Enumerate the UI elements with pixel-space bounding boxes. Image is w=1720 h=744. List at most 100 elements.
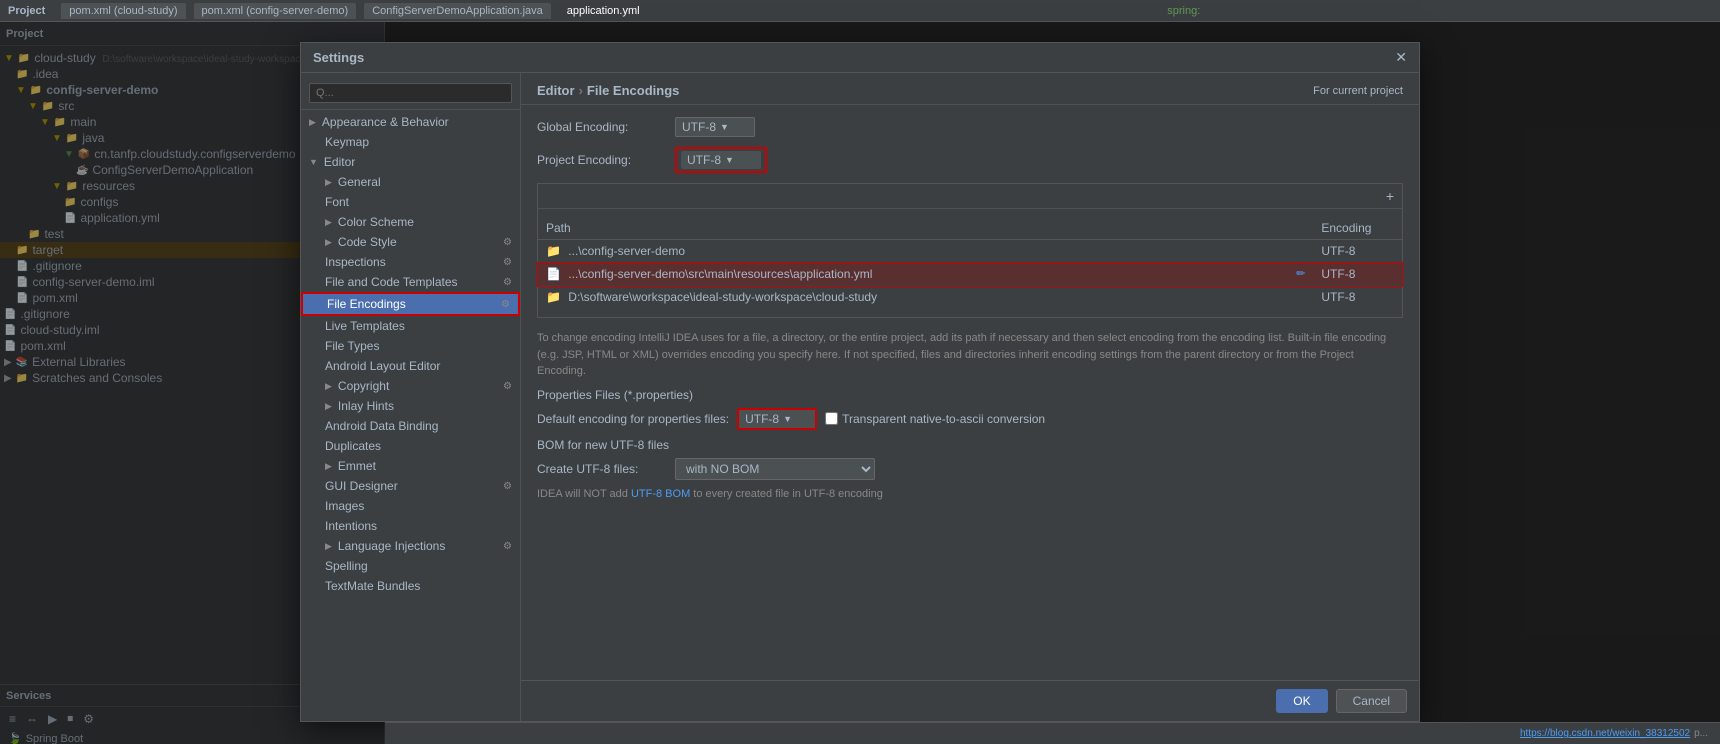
table-row[interactable]: 📁 D:\software\workspace\ideal-study-work…	[538, 286, 1402, 309]
ide-background: Project pom.xml (cloud-study) pom.xml (c…	[0, 0, 1720, 744]
transparent-checkbox-label: Transparent native-to-ascii conversion	[825, 412, 1045, 426]
ok-button[interactable]: OK	[1276, 689, 1327, 713]
dialog-overlay: Settings ✕ ▶ Appearance & Behavior	[0, 22, 1720, 744]
gear-icon: ⚙	[503, 277, 512, 288]
encoding-cell: UTF-8	[1313, 240, 1402, 263]
nav-item-label: TextMate Bundles	[325, 579, 420, 593]
table-row[interactable]: 📁 ...\config-server-demo UTF-8	[538, 240, 1402, 263]
expand-arrow-icon: ▶	[325, 541, 332, 552]
encoding-cell: UTF-8	[1313, 263, 1402, 286]
for-current-project-btn[interactable]: For current project	[1313, 85, 1403, 97]
transparent-checkbox[interactable]	[825, 412, 838, 425]
nav-item-font[interactable]: Font	[301, 192, 520, 212]
editor-content-hint: spring:	[656, 5, 1712, 17]
properties-encoding-value: UTF-8	[745, 412, 779, 426]
gear-icon: ⚙	[503, 257, 512, 268]
tab-configserver-java[interactable]: ConfigServerDemoApplication.java	[364, 3, 551, 19]
gear-icon: ⚙	[503, 541, 512, 552]
add-encoding-btn[interactable]: +	[1382, 186, 1398, 206]
project-encoding-label: Project Encoding:	[537, 153, 667, 167]
nav-search-input[interactable]	[309, 83, 512, 103]
nav-item-label: General	[338, 175, 381, 189]
nav-item-label: Copyright	[338, 379, 389, 393]
nav-item-livetemplates[interactable]: Live Templates	[301, 316, 520, 336]
folder-icon: 📁	[546, 290, 561, 304]
encoding-cell: UTF-8	[1313, 286, 1402, 309]
nav-item-guidesigner[interactable]: GUI Designer ⚙	[301, 476, 520, 496]
description-text: To change encoding IntelliJ IDEA uses fo…	[537, 330, 1403, 380]
nav-item-fileencodings[interactable]: File Encodings ⚙	[301, 292, 520, 316]
path-cell: 📁 D:\software\workspace\ideal-study-work…	[538, 286, 1313, 309]
table-row-highlighted[interactable]: 📄 ...\config-server-demo\src\main\resour…	[538, 263, 1402, 286]
tab-pom-cloud[interactable]: pom.xml (cloud-study)	[61, 3, 185, 19]
expand-arrow-icon: ▶	[309, 117, 316, 128]
project-encoding-value: UTF-8	[687, 153, 721, 167]
status-url-link[interactable]: https://blog.csdn.net/weixin_38312502	[1520, 728, 1690, 739]
nav-item-label: Appearance & Behavior	[322, 115, 449, 129]
status-suffix: p...	[1694, 728, 1708, 739]
nav-item-duplicates[interactable]: Duplicates	[301, 436, 520, 456]
tab-bar: Project pom.xml (cloud-study) pom.xml (c…	[0, 0, 1720, 22]
nav-item-editor[interactable]: ▼ Editor	[301, 152, 520, 172]
bom-section-title: BOM for new UTF-8 files	[537, 438, 1403, 452]
nav-item-label: GUI Designer	[325, 479, 398, 493]
breadcrumb: Editor › File Encodings	[537, 83, 679, 98]
nav-section: ▶ Appearance & Behavior Keymap ▼ Editor	[301, 110, 520, 598]
expand-arrow-icon: ▶	[325, 401, 332, 412]
expand-arrow-icon: ▶	[325, 177, 332, 188]
encoding-table: Path Encoding 📁 ...\config-server-demo	[538, 217, 1402, 309]
nav-item-androidlayouteditor[interactable]: Android Layout Editor	[301, 356, 520, 376]
path-value: ...\config-server-demo\src\main\resource…	[568, 267, 872, 281]
breadcrumb-fileencodings: File Encodings	[587, 83, 679, 98]
expand-arrow-icon: ▶	[325, 381, 332, 392]
nav-item-intentions[interactable]: Intentions	[301, 516, 520, 536]
nav-item-keymap[interactable]: Keymap	[301, 132, 520, 152]
nav-item-label: Live Templates	[325, 319, 405, 333]
encoding-column-header: Encoding	[1313, 217, 1402, 240]
dropdown-arrow-icon: ▼	[720, 122, 729, 132]
nav-item-textmatebundles[interactable]: TextMate Bundles	[301, 576, 520, 596]
cancel-button[interactable]: Cancel	[1336, 689, 1407, 713]
nav-item-codestyle[interactable]: ▶ Code Style ⚙	[301, 232, 520, 252]
nav-item-inlayhints[interactable]: ▶ Inlay Hints	[301, 396, 520, 416]
transparent-label: Transparent native-to-ascii conversion	[842, 412, 1045, 426]
table-toolbar: +	[538, 184, 1402, 209]
bom-select[interactable]: with NO BOM with BOM with BOM (always)	[675, 458, 875, 480]
project-encoding-row: Project Encoding: UTF-8 ▼	[537, 147, 1403, 173]
nav-item-label: File Encodings	[327, 297, 406, 311]
properties-encoding-select[interactable]: UTF-8 ▼	[737, 408, 817, 430]
nav-item-label: Language Injections	[338, 539, 445, 553]
project-encoding-select[interactable]: UTF-8 ▼	[681, 151, 761, 169]
breadcrumb-sep: ›	[579, 83, 583, 98]
edit-icon: ✏	[1296, 267, 1305, 280]
table-header-row: Path Encoding	[538, 217, 1402, 240]
nav-item-languageinjections[interactable]: ▶ Language Injections ⚙	[301, 536, 520, 556]
nav-item-colorscheme[interactable]: ▶ Color Scheme	[301, 212, 520, 232]
nav-search-area	[301, 77, 520, 110]
nav-item-label: Android Data Binding	[325, 419, 438, 433]
dropdown-arrow-icon: ▼	[725, 155, 734, 165]
nav-item-copyright[interactable]: ▶ Copyright ⚙	[301, 376, 520, 396]
dialog-footer: OK Cancel	[521, 680, 1419, 721]
nav-item-filetypes[interactable]: File Types	[301, 336, 520, 356]
status-bar: https://blog.csdn.net/weixin_38312502 p.…	[385, 722, 1720, 744]
global-encoding-value: UTF-8	[682, 120, 716, 134]
nav-item-general[interactable]: ▶ General	[301, 172, 520, 192]
tab-pom-config[interactable]: pom.xml (config-server-demo)	[194, 3, 357, 19]
nav-item-androiddatabinding[interactable]: Android Data Binding	[301, 416, 520, 436]
nav-item-label: Code Style	[338, 235, 397, 249]
global-encoding-select[interactable]: UTF-8 ▼	[675, 117, 755, 137]
nav-item-inspections[interactable]: Inspections ⚙	[301, 252, 520, 272]
tab-application-yml[interactable]: application.yml	[559, 3, 648, 19]
global-encoding-label: Global Encoding:	[537, 120, 667, 134]
nav-item-images[interactable]: Images	[301, 496, 520, 516]
project-label: Project	[8, 5, 45, 17]
nav-item-filecodetemplates[interactable]: File and Code Templates ⚙	[301, 272, 520, 292]
nav-item-appearance[interactable]: ▶ Appearance & Behavior	[301, 112, 520, 132]
nav-item-emmet[interactable]: ▶ Emmet	[301, 456, 520, 476]
dialog-close-btn[interactable]: ✕	[1395, 49, 1407, 66]
nav-item-label: Inspections	[325, 255, 386, 269]
nav-item-label: Duplicates	[325, 439, 381, 453]
nav-item-spelling[interactable]: Spelling	[301, 556, 520, 576]
utf8-bom-link[interactable]: UTF-8 BOM	[631, 488, 690, 500]
